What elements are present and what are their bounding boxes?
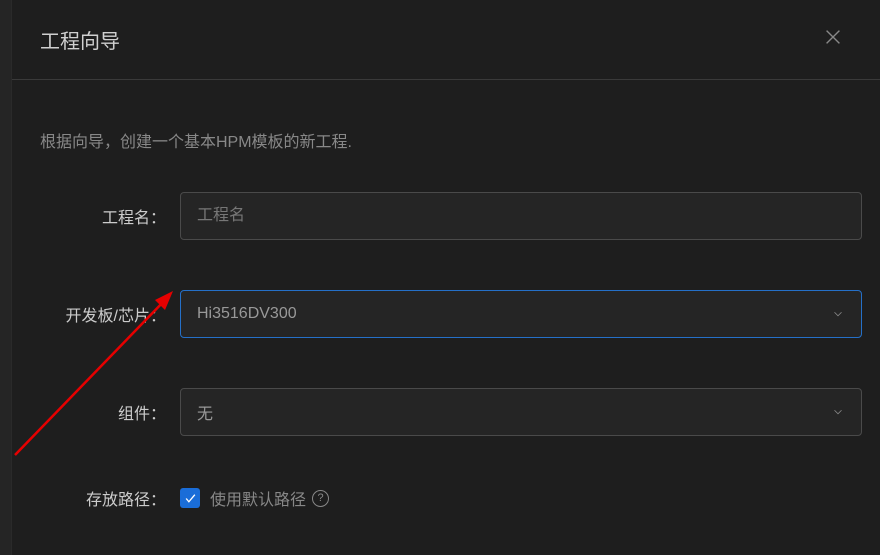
default-path-checkbox[interactable] <box>180 488 200 508</box>
project-name-input[interactable] <box>180 192 862 240</box>
board-chip-row: 开发板/芯片： Hi3516DV300 <box>30 290 862 338</box>
default-path-label: 使用默认路径 ? <box>210 486 329 510</box>
project-name-row: 工程名： <box>30 192 862 240</box>
wizard-description: 根据向导，创建一个基本HPM模板的新工程. <box>30 128 862 152</box>
storage-path-label: 存放路径： <box>30 486 180 510</box>
components-select[interactable]: 无 <box>180 388 862 436</box>
modal-title: 工程向导 <box>40 25 120 54</box>
storage-path-row: 存放路径： 使用默认路径 ? <box>30 486 862 510</box>
components-row: 组件： 无 <box>30 388 862 436</box>
project-wizard-modal: 工程向导 根据向导，创建一个基本HPM模板的新工程. 工程名： 开发板/芯片： … <box>12 0 880 555</box>
board-chip-select[interactable]: Hi3516DV300 <box>180 290 862 338</box>
close-button[interactable] <box>814 20 852 59</box>
chevron-down-icon <box>831 405 845 419</box>
board-chip-label: 开发板/芯片： <box>30 302 180 326</box>
board-chip-value: Hi3516DV300 <box>197 305 297 323</box>
project-name-label: 工程名： <box>30 204 180 228</box>
components-value: 无 <box>197 400 213 424</box>
chevron-down-icon <box>831 307 845 321</box>
help-icon[interactable]: ? <box>312 490 329 507</box>
modal-body: 根据向导，创建一个基本HPM模板的新工程. 工程名： 开发板/芯片： Hi351… <box>12 80 880 510</box>
components-label: 组件： <box>30 400 180 424</box>
modal-header: 工程向导 <box>12 0 880 80</box>
